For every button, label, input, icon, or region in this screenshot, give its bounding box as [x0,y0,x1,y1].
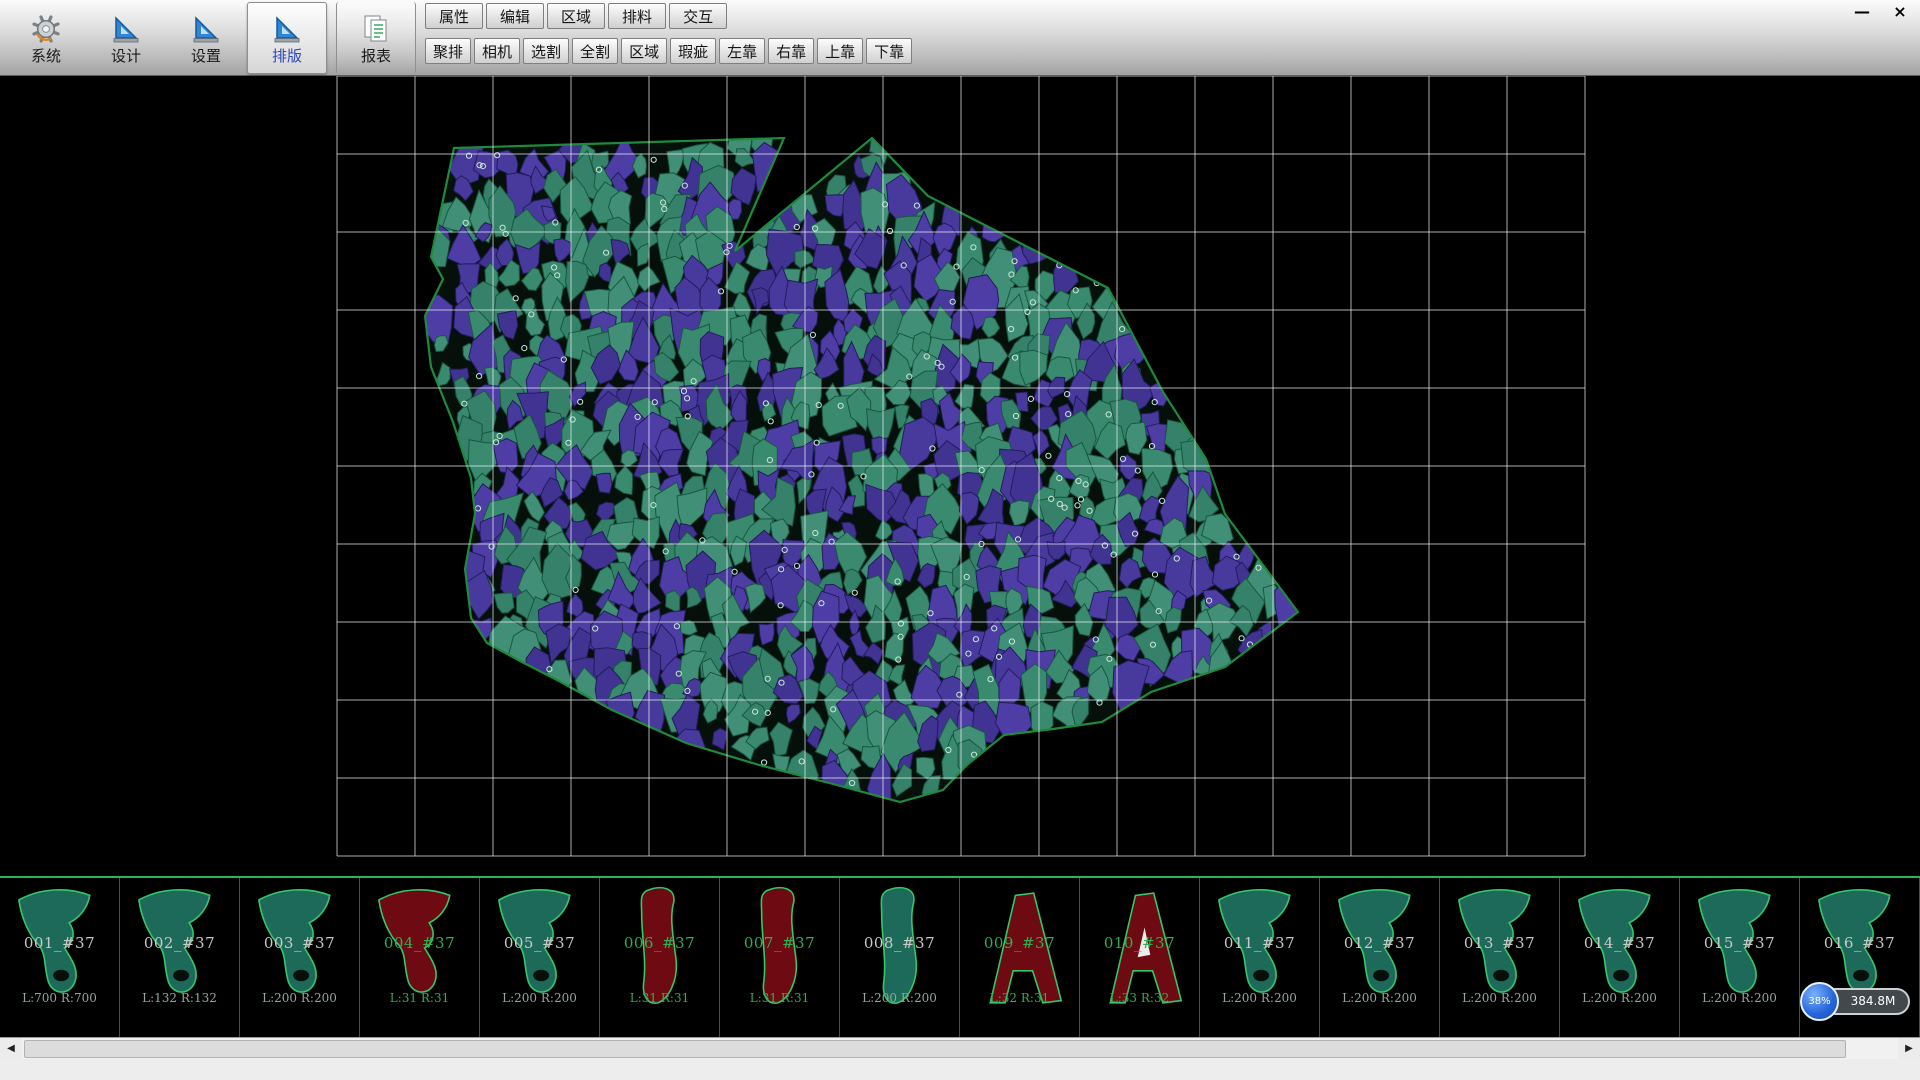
app-tab-nesting[interactable]: 排版 [247,2,327,74]
progress-badge: 38% [1800,982,1839,1021]
menu-tab-region[interactable]: 区域 [547,3,605,29]
scroll-track[interactable] [22,1038,1898,1059]
part-id: 008_#37 [840,934,959,952]
part-cell-007[interactable]: 007_#37 L:31 R:31 [720,878,840,1037]
part-lr-info: L:31 R:31 [720,991,839,1005]
part-cell-004[interactable]: 004_#37 L:31 R:31 [360,878,480,1037]
part-lr-info: L:31 R:31 [600,991,719,1005]
ribbon: 系统设计设置排版报表 属性编辑区域排料交互 聚排相机选割全割区域瑕疵左靠右靠上靠… [0,0,1920,76]
tool-button-snap-left[interactable]: 左靠 [719,38,765,64]
nesting-layout [0,76,1920,876]
app-tab-design[interactable]: 设计 [87,2,165,74]
horizontal-scrollbar[interactable]: ◀ ▶ [0,1037,1920,1059]
scroll-thumb[interactable] [24,1040,1846,1058]
parts-strip: 001_#37L:700 R:700002_#37L:132 R:132003_… [0,876,1920,1037]
part-lr-info: L:200 R:200 [1680,991,1799,1005]
scroll-right-button[interactable]: ▶ [1898,1038,1920,1059]
part-lr-info: L:200 R:200 [480,991,599,1005]
part-id: 001_#37 [0,934,119,952]
part-lr-info: L:200 R:200 [1440,991,1559,1005]
tool-button-snap-right[interactable]: 右靠 [768,38,814,64]
part-cell-013[interactable]: 013_#37 L:200 R:200 [1440,878,1560,1037]
part-id: 004_#37 [360,934,479,952]
window-controls: — × [1850,2,1912,22]
app-tab-label: 设计 [111,48,141,65]
part-cell-006[interactable]: 006_#37 L:31 R:31 [600,878,720,1037]
part-id: 015_#37 [1680,934,1799,952]
part-lr-info: L:700 R:700 [0,991,119,1005]
tool-button-cluster-nest[interactable]: 聚排 [425,38,471,64]
part-id: 005_#37 [480,934,599,952]
part-cell-012[interactable]: 012_#37 L:200 R:200 [1320,878,1440,1037]
menu-tab-interact[interactable]: 交互 [669,3,727,29]
tool-bar: 聚排相机选割全割区域瑕疵左靠右靠上靠下靠 [425,38,912,64]
scroll-left-button[interactable]: ◀ [0,1038,22,1059]
part-lr-info: L:200 R:200 [840,991,959,1005]
app-tab-label: 排版 [272,48,302,65]
close-button[interactable]: × [1888,2,1912,22]
gear-icon [29,12,63,46]
part-id: 010_#37 [1080,934,1199,952]
triangle-ruler-icon [189,12,223,46]
part-cell-014[interactable]: 014_#37 L:200 R:200 [1560,878,1680,1037]
report-icon [359,12,393,46]
tool-button-snap-top[interactable]: 上靠 [817,38,863,64]
part-lr-info: L:200 R:200 [1560,991,1679,1005]
minimize-button[interactable]: — [1850,2,1874,22]
tool-button-select-cut[interactable]: 选割 [523,38,569,64]
menu-tab-properties[interactable]: 属性 [425,3,483,29]
tool-button-defect[interactable]: 瑕疵 [670,38,716,64]
part-lr-info: L:33 R:32 [1080,991,1199,1005]
part-cell-015[interactable]: 015_#37 L:200 R:200 [1680,878,1800,1037]
menu-area: 属性编辑区域排料交互 聚排相机选割全割区域瑕疵左靠右靠上靠下靠 [425,0,912,64]
part-lr-info: L:200 R:200 [240,991,359,1005]
app-tab-label: 设置 [191,48,221,65]
part-lr-info: L:200 R:200 [1200,991,1319,1005]
part-lr-info: L:132 R:132 [120,991,239,1005]
part-cell-005[interactable]: 005_#37 L:200 R:200 [480,878,600,1037]
menu-tab-edit[interactable]: 编辑 [486,3,544,29]
part-id: 009_#37 [960,934,1079,952]
part-lr-info: L:200 R:200 [1320,991,1439,1005]
part-cell-002[interactable]: 002_#37 L:132 R:132 [120,878,240,1037]
app-tab-system[interactable]: 系统 [7,2,85,74]
part-cell-003[interactable]: 003_#37 L:200 R:200 [240,878,360,1037]
part-id: 014_#37 [1560,934,1679,952]
app-tab-report[interactable]: 报表 [336,2,416,74]
tool-button-snap-bottom[interactable]: 下靠 [866,38,912,64]
app-tab-label: 系统 [31,48,61,65]
part-id: 003_#37 [240,934,359,952]
part-id: 012_#37 [1320,934,1439,952]
part-lr-info: L:31 R:31 [360,991,479,1005]
part-id: 011_#37 [1200,934,1319,952]
part-cell-010[interactable]: 010_#37 L:33 R:32 [1080,878,1200,1037]
tool-button-region[interactable]: 区域 [621,38,667,64]
part-id: 013_#37 [1440,934,1559,952]
triangle-ruler-icon [109,12,143,46]
part-id: 006_#37 [600,934,719,952]
app-tab-settings[interactable]: 设置 [167,2,245,74]
part-id: 007_#37 [720,934,839,952]
part-cell-011[interactable]: 011_#37 L:200 R:200 [1200,878,1320,1037]
menu-tab-bar: 属性编辑区域排料交互 [425,3,912,29]
app-tab-label: 报表 [361,48,391,65]
part-cell-008[interactable]: 008_#37 L:200 R:200 [840,878,960,1037]
triangle-ruler-icon [270,12,304,46]
bottom-filler [0,1059,1920,1080]
app-tab-bar: 系统 设计 设置 排版 报表 [6,0,417,76]
status-overlay: 384.8M 38% [1800,982,1916,1022]
menu-tab-nest[interactable]: 排料 [608,3,666,29]
part-id: 002_#37 [120,934,239,952]
tool-button-camera[interactable]: 相机 [474,38,520,64]
tool-button-cut-all[interactable]: 全割 [572,38,618,64]
part-cell-009[interactable]: 009_#37 L:32 R:31 [960,878,1080,1037]
part-cell-001[interactable]: 001_#37 L:700 R:700 [0,878,120,1037]
nesting-canvas[interactable] [0,76,1920,876]
part-lr-info: L:32 R:31 [960,991,1079,1005]
part-id: 016_#37 [1800,934,1919,952]
